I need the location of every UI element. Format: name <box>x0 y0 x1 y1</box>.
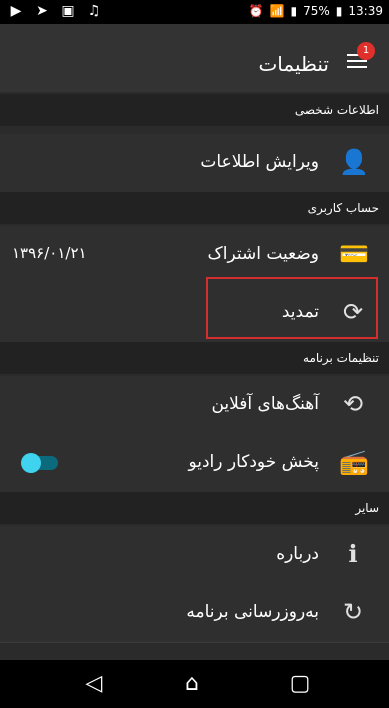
highlight-box <box>206 277 378 339</box>
battery-icon: ▮ <box>335 4 343 18</box>
wifi-icon: 📶 <box>269 4 285 18</box>
system-nav-bar: ◁ ⌂ ▢ <box>0 660 389 708</box>
circle-play-icon: ▶ <box>10 3 22 19</box>
app-bar: تنظیمات 1 <box>0 24 389 92</box>
section-personal-info: اطلاعات شخصی <box>0 94 389 126</box>
sync-icon: ⟲ <box>342 390 364 418</box>
edit-info-label: ویرایش اطلاعات <box>200 152 319 172</box>
update-row[interactable]: ↻ به‌روزرسانی برنامه <box>0 584 389 643</box>
notification-badge: 1 <box>357 42 375 60</box>
signal-icon: ▮ <box>290 4 298 18</box>
navigation-icon: ➤ <box>36 3 48 19</box>
toggle-knob <box>21 453 41 473</box>
music-note-icon: ♫ <box>87 3 101 19</box>
alarm-icon: ⏰ <box>248 4 264 18</box>
user-icon: 👤 <box>339 148 369 176</box>
section-title: تنظیمات برنامه <box>303 351 379 365</box>
back-icon[interactable]: ◁ <box>82 672 106 696</box>
update-icon: ↻ <box>342 598 364 626</box>
section-title: اطلاعات شخصی <box>294 103 379 117</box>
offline-songs-row[interactable]: ⟲ آهنگ‌های آفلاین <box>0 376 389 435</box>
status-bar: ▶ ➤ ▣ ♫ ⏰ 📶 ▮ 75% ▮ 13:39 <box>0 0 389 24</box>
auto-radio-row[interactable]: 📻 پخش خودکار رادیو <box>0 434 389 493</box>
menu-icon <box>347 66 367 68</box>
page-title: تنظیمات <box>258 52 329 76</box>
subscription-date: ۱۳۹۶/۰۱/۲۱ <box>12 244 87 262</box>
auto-radio-label: پخش خودکار رادیو <box>188 452 319 472</box>
section-title: سایر <box>355 501 379 515</box>
section-title: حساب کاربری <box>307 201 379 215</box>
home-icon[interactable]: ⌂ <box>180 672 204 696</box>
section-app-settings: تنظیمات برنامه <box>0 342 389 374</box>
subscription-status-label: وضعیت اشتراک <box>207 244 320 264</box>
battery-percent: 75% <box>303 4 330 18</box>
about-row[interactable]: ℹ درباره <box>0 526 389 585</box>
section-account: حساب کاربری <box>0 192 389 224</box>
menu-icon <box>347 60 367 62</box>
section-other: سایر <box>0 492 389 524</box>
image-icon: ▣ <box>61 3 75 19</box>
auto-radio-toggle[interactable] <box>21 453 58 473</box>
status-time: 13:39 <box>348 4 383 18</box>
offline-songs-label: آهنگ‌های آفلاین <box>211 394 319 414</box>
edit-info-row[interactable]: 👤 ویرایش اطلاعات <box>0 134 389 193</box>
card-icon: 💳 <box>339 240 369 268</box>
about-label: درباره <box>276 544 319 564</box>
update-label: به‌روزرسانی برنامه <box>186 602 319 622</box>
info-icon: ℹ <box>348 540 358 568</box>
recent-apps-icon[interactable]: ▢ <box>288 672 312 696</box>
radio-icon: 📻 <box>339 448 369 476</box>
